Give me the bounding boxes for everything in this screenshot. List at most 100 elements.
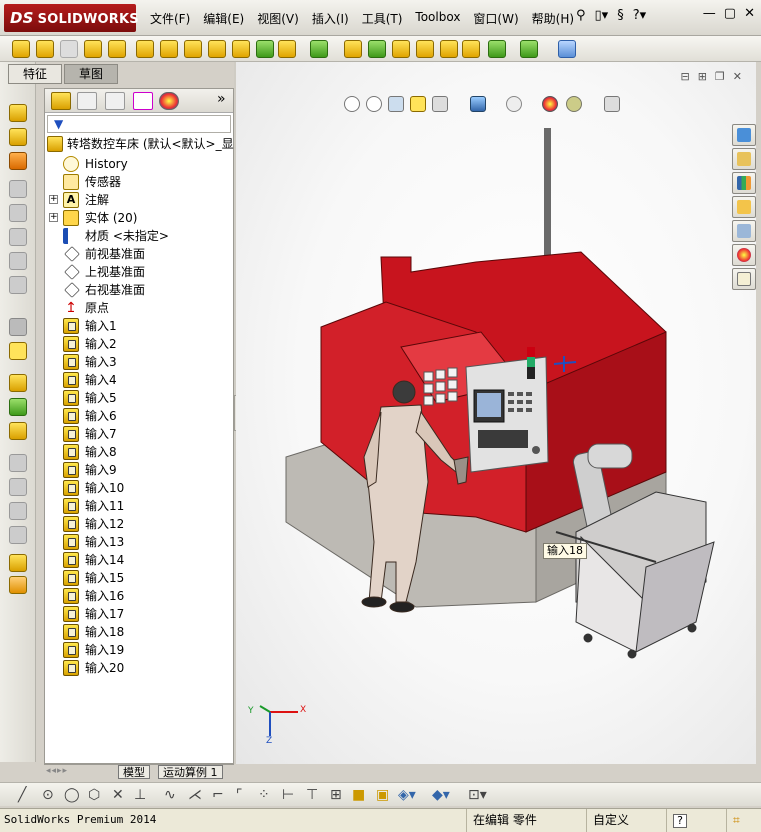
3d-sketch-icon[interactable]: ◈▾	[398, 787, 416, 803]
deform-icon[interactable]	[9, 478, 27, 496]
units-status[interactable]: 自定义	[586, 809, 666, 832]
new-document-icon[interactable]: ▯▾	[595, 8, 609, 23]
circle-icon[interactable]: ⊙	[42, 787, 54, 803]
linear-pattern-icon[interactable]	[310, 40, 328, 58]
move-copy-icon[interactable]	[9, 398, 27, 416]
task-appearances[interactable]	[732, 244, 756, 266]
expand-panel-icon[interactable]: »	[217, 91, 226, 107]
tree-filter[interactable]: ▼	[47, 115, 231, 133]
scale-icon[interactable]	[9, 554, 27, 572]
task-design-library[interactable]	[732, 172, 756, 194]
weldments-icon[interactable]	[9, 204, 27, 222]
sweep-icon[interactable]	[60, 40, 78, 58]
configuration-manager-icon[interactable]	[105, 92, 125, 110]
extrude-cut-icon[interactable]	[136, 40, 154, 58]
fillet-sketch-icon[interactable]: ⌐	[212, 787, 224, 803]
smart-dimension-icon[interactable]: ⊢	[282, 787, 294, 803]
task-custom-properties[interactable]	[732, 268, 756, 290]
tab-sketch[interactable]: 草图	[64, 64, 119, 84]
trim-icon[interactable]: ✕	[112, 787, 124, 803]
split-icon[interactable]	[9, 422, 27, 440]
curves-menu-icon[interactable]	[9, 318, 27, 336]
task-view-palette[interactable]	[732, 220, 756, 242]
rib-icon[interactable]	[278, 40, 296, 58]
hole-wizard-icon[interactable]	[462, 40, 480, 58]
relations-icon[interactable]: ⊤	[306, 787, 318, 803]
instant3d-icon[interactable]	[558, 40, 576, 58]
display-delete-relations-icon[interactable]: ⊡▾	[468, 787, 487, 803]
wrap-icon[interactable]	[392, 40, 410, 58]
shell-icon[interactable]	[344, 40, 362, 58]
polygon-icon[interactable]: ⬡	[88, 787, 100, 803]
reference-icon[interactable]	[9, 342, 27, 360]
solidworks-logo[interactable]: DS SOLIDWORKS	[4, 4, 139, 32]
boundary-icon[interactable]	[108, 40, 126, 58]
grid-icon[interactable]: ⊞	[330, 787, 342, 803]
pin-icon[interactable]: ⚲	[576, 8, 586, 23]
insert-block-icon[interactable]: ▣	[376, 787, 389, 803]
linear-sketch-pattern-icon[interactable]: ⁘	[258, 787, 270, 803]
features-icon[interactable]	[9, 152, 27, 170]
reference-geometry-icon[interactable]	[488, 40, 506, 58]
rebuild-status[interactable]: ⌗	[726, 809, 761, 832]
restore-icon[interactable]: ▢	[724, 6, 736, 21]
extrude-boss-icon[interactable]	[12, 40, 30, 58]
property-manager-icon[interactable]	[77, 92, 97, 110]
boss-base-icon[interactable]	[9, 104, 27, 122]
lofted-cut-icon[interactable]	[208, 40, 226, 58]
display-manager-icon[interactable]	[159, 92, 179, 110]
mirror-icon[interactable]	[440, 40, 458, 58]
dome-icon[interactable]	[416, 40, 434, 58]
cut-icon[interactable]	[9, 128, 27, 146]
spline-icon[interactable]: ∿	[164, 787, 176, 803]
help-icon[interactable]: ?▾	[633, 8, 646, 23]
combine-icon[interactable]	[9, 576, 27, 594]
revolve-boss-icon[interactable]	[36, 40, 54, 58]
graphics-area[interactable]: ⊟ ⊞ ❐ ✕ 输入18 X Y Z	[236, 62, 756, 764]
task-solidworks-resources[interactable]	[732, 124, 756, 146]
surfaces-icon[interactable]	[9, 252, 27, 270]
options-icon[interactable]: §	[617, 8, 624, 23]
draft-icon[interactable]	[368, 40, 386, 58]
feature-manager-icon[interactable]	[51, 92, 71, 110]
menu-help[interactable]: 帮助(H)	[532, 10, 574, 27]
insert-part-icon[interactable]	[9, 374, 27, 392]
menu-edit[interactable]: 编辑(E)	[203, 10, 244, 27]
convert-entities-icon[interactable]: ⌜	[236, 787, 243, 803]
help-status[interactable]: ?	[666, 809, 726, 832]
menu-file[interactable]: 文件(F)	[150, 10, 190, 27]
tab-motion-study[interactable]: 运动算例 1	[158, 765, 223, 779]
fillet-icon[interactable]	[232, 40, 250, 58]
menu-tools[interactable]: 工具(T)	[362, 10, 403, 27]
minimize-icon[interactable]: —	[703, 6, 716, 21]
quick-snaps-icon[interactable]: ◆▾	[432, 787, 450, 803]
chamfer-icon[interactable]	[256, 40, 274, 58]
task-home[interactable]	[732, 148, 756, 170]
block-icon[interactable]: ■	[352, 787, 365, 803]
expand-node-icon[interactable]: +	[49, 195, 58, 204]
swept-cut-icon[interactable]	[184, 40, 202, 58]
close-icon[interactable]: ✕	[744, 6, 755, 21]
menu-view[interactable]: 视图(V)	[257, 10, 299, 27]
tab-features[interactable]: 特征	[8, 64, 63, 84]
sheet-metal-icon[interactable]	[9, 180, 27, 198]
task-file-explorer[interactable]	[732, 196, 756, 218]
delete-face-icon[interactable]	[9, 526, 27, 544]
curves-icon[interactable]	[520, 40, 538, 58]
line-icon[interactable]: ╱	[18, 787, 26, 803]
menu-toolbox[interactable]: Toolbox	[415, 10, 460, 27]
expand-node-icon[interactable]: +	[49, 213, 58, 222]
mold-tools-icon[interactable]	[9, 228, 27, 246]
loft-icon[interactable]	[84, 40, 102, 58]
arc-icon[interactable]: ◯	[64, 787, 80, 803]
offset-icon[interactable]: ⊥	[134, 787, 146, 803]
flex-icon[interactable]	[9, 454, 27, 472]
dimxpert-icon[interactable]	[133, 92, 153, 110]
tab-model[interactable]: 模型	[118, 765, 150, 779]
mirror-entities-icon[interactable]: ⋌	[188, 787, 202, 803]
menu-window[interactable]: 窗口(W)	[473, 10, 518, 27]
tab-scroll-arrows-icon[interactable]: ◂◂▸▸	[46, 766, 68, 776]
revolve-cut-icon[interactable]	[160, 40, 178, 58]
direct-editing-icon[interactable]	[9, 276, 27, 294]
indent-icon[interactable]	[9, 502, 27, 520]
